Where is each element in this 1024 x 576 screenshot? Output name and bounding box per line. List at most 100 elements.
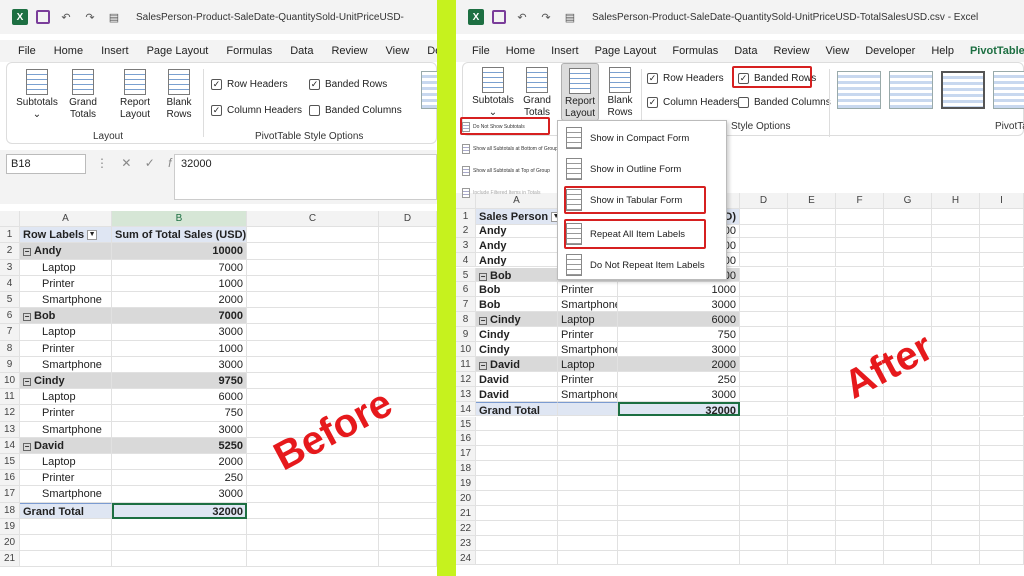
row-number[interactable]: 18 [456,461,476,477]
column-headers-checkbox[interactable]: ✓ Column Headers [647,97,738,108]
tab-view[interactable]: View [386,45,410,57]
row-number[interactable]: 8 [456,312,476,328]
row-number[interactable]: 15 [0,454,20,471]
row-number[interactable]: 20 [0,535,20,552]
collapse-icon[interactable]: − [23,248,31,257]
collapse-icon[interactable]: − [23,442,31,451]
row-number[interactable]: 1 [0,227,20,244]
total-cell[interactable] [618,431,740,447]
redo-icon[interactable]: ↷ [82,9,98,25]
tab-file[interactable]: File [472,45,490,57]
row-headers-checkbox[interactable]: ✓ Row Headers [647,73,724,84]
column-header-h[interactable]: H [932,193,980,210]
tab-home[interactable]: Home [54,45,83,57]
report-layout-button[interactable]: Report Layout [113,69,157,121]
pivot-style-swatch-1[interactable] [837,71,881,109]
product-cell[interactable] [558,416,618,432]
sales-person-cell[interactable]: − Bob [476,267,558,283]
banded-columns-checkbox[interactable]: Banded Columns [309,105,402,116]
total-cell[interactable]: 3000 [618,297,740,313]
row-number[interactable]: 17 [456,446,476,462]
row-number[interactable]: 9 [456,327,476,342]
total-cell[interactable]: 6000 [618,312,740,328]
value-cell[interactable]: 32000 [112,502,247,519]
pivot-style-swatch-2[interactable] [889,71,933,109]
undo-icon[interactable]: ↶ [514,9,530,25]
row-number[interactable]: 9 [0,356,20,373]
product-cell[interactable] [558,505,618,521]
total-cell[interactable]: 3000 [618,386,740,402]
column-header-b[interactable]: B [112,211,247,228]
total-cell[interactable]: 32000 [618,401,740,417]
tab-view[interactable]: View [826,45,850,57]
sales-person-cell[interactable]: Andy [476,237,558,253]
collapse-icon[interactable]: − [23,378,31,386]
formula-input[interactable]: 32000 [174,154,437,200]
product-cell[interactable]: Laptop [558,356,618,372]
column-header-g[interactable]: G [884,193,932,210]
menu-item-outline-form[interactable]: Show in Outline Form [566,156,681,182]
row-number[interactable]: 15 [456,416,476,432]
row-number[interactable]: 13 [456,386,476,402]
tab-home[interactable]: Home [506,45,535,57]
row-label-cell[interactable]: Printer [20,275,112,292]
value-cell[interactable] [112,535,247,552]
value-cell[interactable]: 3000 [112,356,247,373]
undo-icon[interactable]: ↶ [58,9,74,25]
sales-person-cell[interactable]: Andy [476,222,558,238]
row-number[interactable]: 11 [456,356,476,372]
value-cell[interactable]: 7000 [112,308,247,325]
column-header-f[interactable]: F [836,193,884,210]
row-label-cell[interactable]: − Andy [20,243,112,260]
sales-person-cell[interactable]: − Cindy [476,312,558,328]
select-all-corner[interactable] [0,211,20,228]
sales-person-cell[interactable] [476,535,558,551]
tab-review[interactable]: Review [773,45,809,57]
row-label-cell[interactable]: Printer [20,340,112,357]
row-number[interactable]: 4 [456,252,476,268]
product-cell[interactable]: Smartphone [558,342,618,357]
total-cell[interactable] [618,520,740,536]
sales-person-cell[interactable] [476,520,558,536]
sales-person-cell[interactable]: − David [476,356,558,372]
product-cell[interactable]: Smartphone [558,297,618,313]
pivot-style-swatch-3[interactable] [941,71,985,109]
product-cell[interactable] [558,476,618,491]
column-header-d[interactable]: D [740,193,788,210]
value-cell[interactable]: 1000 [112,275,247,292]
blank-rows-button[interactable]: Blank Rows [159,69,199,121]
product-cell[interactable]: Printer [558,327,618,342]
row-label-cell[interactable]: Grand Total [20,502,112,519]
pivot-style-swatch[interactable] [421,71,437,109]
collapse-icon[interactable]: − [479,361,487,370]
product-cell[interactable] [558,535,618,551]
blank-rows-button[interactable]: Blank Rows [603,67,637,119]
product-cell[interactable] [558,461,618,477]
tab-file[interactable]: File [18,45,36,57]
value-cell[interactable]: 750 [112,405,247,422]
menu-item-subtotals-top[interactable]: Show all Subtotals at Top of Group [460,160,560,182]
row-number[interactable]: 17 [0,486,20,503]
product-cell[interactable] [558,431,618,447]
row-number[interactable]: 16 [456,431,476,447]
tab-review[interactable]: Review [331,45,367,57]
row-label-cell[interactable] [20,518,112,535]
redo-icon[interactable]: ↷ [538,9,554,25]
row-number[interactable]: 4 [0,275,20,292]
row-label-cell[interactable]: Smartphone [20,292,112,309]
save-icon[interactable] [492,10,506,24]
menu-item-compact-form[interactable]: Show in Compact Form [566,125,689,151]
sales-person-cell[interactable]: Bob [476,282,558,298]
row-number[interactable]: 21 [456,505,476,521]
product-cell[interactable] [558,491,618,506]
grand-totals-button[interactable]: Grand Totals [517,67,557,119]
row-number[interactable]: 10 [0,373,20,390]
tab-pivottable-analyze[interactable]: PivotTable Analyze [970,45,1024,57]
total-cell[interactable] [618,535,740,551]
subtotals-button[interactable]: Subtotals ⌄ [471,67,515,119]
tab-page-layout[interactable]: Page Layout [595,45,657,57]
row-label-cell[interactable]: Laptop [20,389,112,406]
row-number[interactable]: 5 [0,292,20,309]
column-header-a[interactable]: A [20,211,112,228]
tab-developer[interactable]: Deve [427,45,437,57]
